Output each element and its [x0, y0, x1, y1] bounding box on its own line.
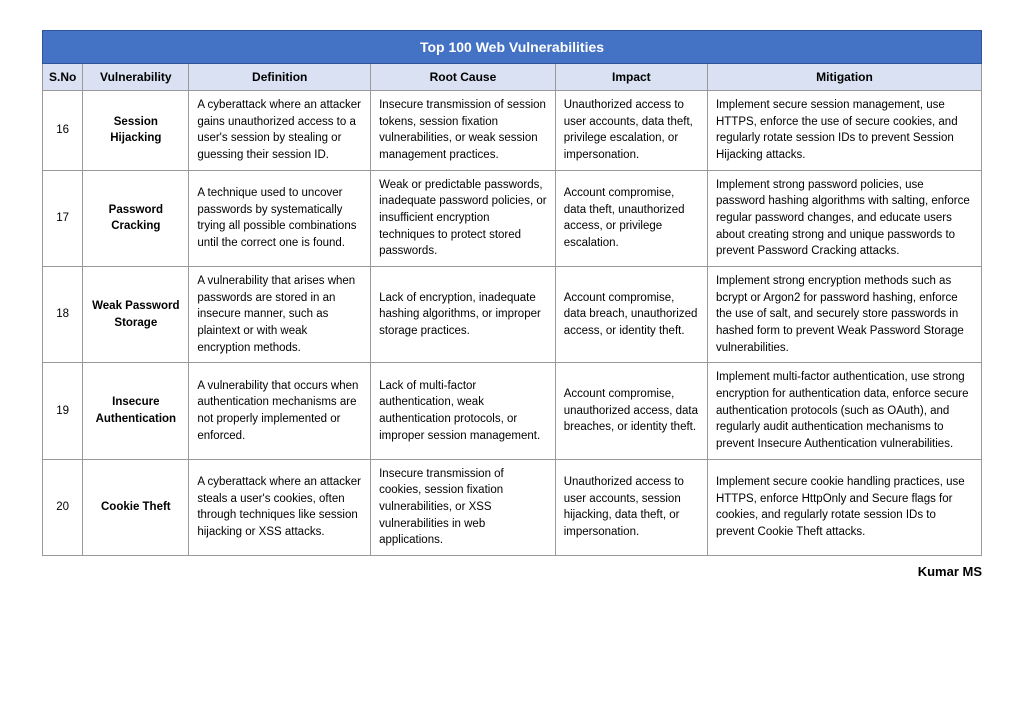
row-definition: A cyberattack where an attacker gains un…	[189, 91, 371, 171]
row-mitigation: Implement strong password policies, use …	[707, 170, 981, 266]
header-impact: Impact	[555, 64, 707, 91]
footer-author: Kumar MS	[918, 564, 982, 579]
vulnerabilities-table: Top 100 Web Vulnerabilities S.No Vulnera…	[42, 30, 982, 556]
row-definition: A cyberattack where an attacker steals a…	[189, 459, 371, 555]
table-row: 19 Insecure Authentication A vulnerabili…	[43, 363, 982, 459]
table-title-row: Top 100 Web Vulnerabilities	[43, 31, 982, 64]
row-vulnerability: Cookie Theft	[83, 459, 189, 555]
row-definition: A vulnerability that arises when passwor…	[189, 267, 371, 363]
row-definition: A technique used to uncover passwords by…	[189, 170, 371, 266]
row-root-cause: Lack of multi-factor authentication, wea…	[371, 363, 556, 459]
page-footer: Kumar MS	[42, 556, 982, 579]
row-num: 18	[43, 267, 83, 363]
row-num: 19	[43, 363, 83, 459]
row-vulnerability: Session Hijacking	[83, 91, 189, 171]
row-num: 17	[43, 170, 83, 266]
row-root-cause: Insecure transmission of session tokens,…	[371, 91, 556, 171]
table-row: 16 Session Hijacking A cyberattack where…	[43, 91, 982, 171]
row-vulnerability: Weak Password Storage	[83, 267, 189, 363]
header-vulnerability: Vulnerability	[83, 64, 189, 91]
row-mitigation: Implement secure cookie handling practic…	[707, 459, 981, 555]
table-row: 18 Weak Password Storage A vulnerability…	[43, 267, 982, 363]
row-impact: Unauthorized access to user accounts, se…	[555, 459, 707, 555]
row-mitigation: Implement secure session management, use…	[707, 91, 981, 171]
row-definition: A vulnerability that occurs when authent…	[189, 363, 371, 459]
row-vulnerability: Insecure Authentication	[83, 363, 189, 459]
row-num: 16	[43, 91, 83, 171]
row-root-cause: Insecure transmission of cookies, sessio…	[371, 459, 556, 555]
table-row: 17 Password Cracking A technique used to…	[43, 170, 982, 266]
row-mitigation: Implement strong encryption methods such…	[707, 267, 981, 363]
header-definition: Definition	[189, 64, 371, 91]
row-vulnerability: Password Cracking	[83, 170, 189, 266]
row-impact: Account compromise, unauthorized access,…	[555, 363, 707, 459]
header-mitigation: Mitigation	[707, 64, 981, 91]
row-impact: Account compromise, data breach, unautho…	[555, 267, 707, 363]
table-title: Top 100 Web Vulnerabilities	[43, 31, 982, 64]
row-root-cause: Weak or predictable passwords, inadequat…	[371, 170, 556, 266]
row-num: 20	[43, 459, 83, 555]
row-impact: Account compromise, data theft, unauthor…	[555, 170, 707, 266]
page-wrapper: Top 100 Web Vulnerabilities S.No Vulnera…	[42, 30, 982, 579]
header-sno: S.No	[43, 64, 83, 91]
table-row: 20 Cookie Theft A cyberattack where an a…	[43, 459, 982, 555]
row-mitigation: Implement multi-factor authentication, u…	[707, 363, 981, 459]
row-root-cause: Lack of encryption, inadequate hashing a…	[371, 267, 556, 363]
header-root-cause: Root Cause	[371, 64, 556, 91]
table-header-row: S.No Vulnerability Definition Root Cause…	[43, 64, 982, 91]
row-impact: Unauthorized access to user accounts, da…	[555, 91, 707, 171]
